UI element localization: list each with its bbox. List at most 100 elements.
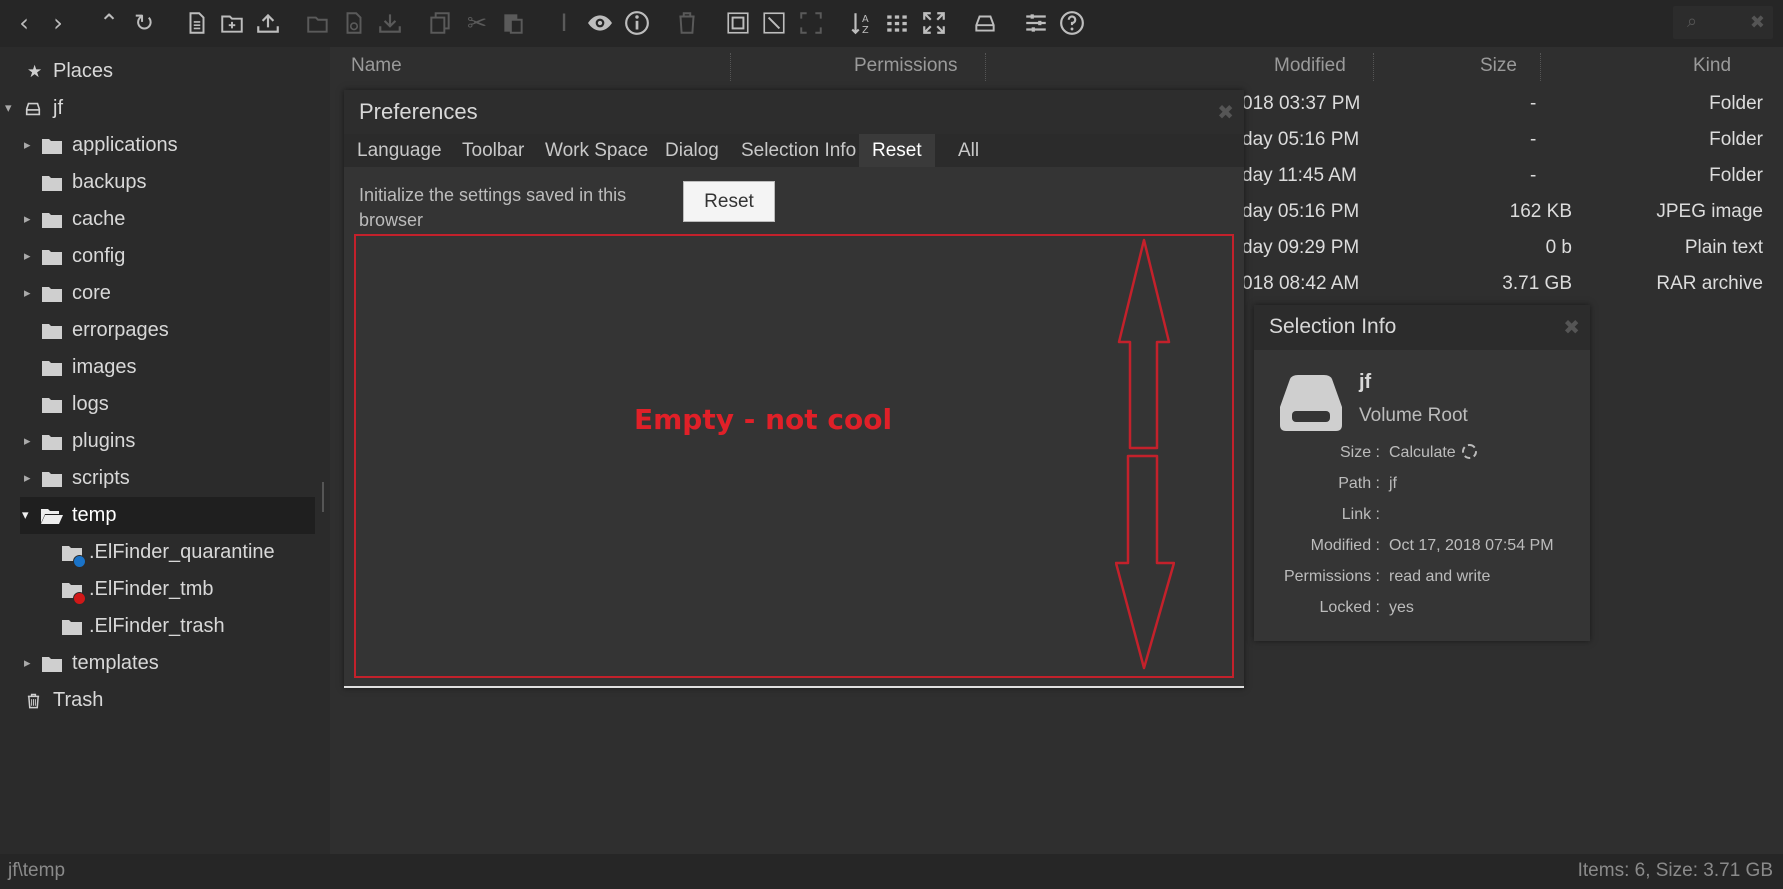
close-icon[interactable]: ✖: [1217, 100, 1234, 124]
sidebar-item-config[interactable]: ▸ config: [0, 238, 315, 275]
collapsed-arrow-icon[interactable]: ▸: [24, 138, 31, 153]
clear-search-icon[interactable]: ✖: [1750, 12, 1765, 33]
sidebar-item-applications[interactable]: ▸ applications: [0, 127, 315, 164]
info-value: yes: [1389, 599, 1414, 616]
sidebar-item-label: .ElFinder_tmb: [89, 578, 214, 600]
collapsed-arrow-icon[interactable]: ▸: [24, 212, 31, 227]
delete-icon[interactable]: [671, 6, 703, 40]
sidebar-item-label: applications: [72, 134, 178, 156]
sidebar-item-label: plugins: [72, 430, 136, 452]
column-header-modified[interactable]: Modified: [1274, 47, 1346, 85]
selection-kind: Volume Root: [1359, 405, 1468, 426]
column-header-permissions[interactable]: Permissions: [854, 47, 957, 85]
tab-work-space[interactable]: Work Space: [532, 134, 661, 167]
rename-icon[interactable]: I: [548, 6, 580, 40]
cut-icon[interactable]: ✂: [461, 6, 493, 40]
sidebar-item-errorpages[interactable]: errorpages: [0, 312, 315, 349]
column-separator[interactable]: [1540, 53, 1541, 81]
tab-all[interactable]: All: [945, 134, 992, 167]
sidebar-item-scripts[interactable]: ▸ scripts: [0, 460, 315, 497]
open-in-icon[interactable]: [338, 6, 370, 40]
current-path[interactable]: jf\temp: [8, 860, 65, 882]
tab-toolbar[interactable]: Toolbar: [449, 134, 537, 167]
view-icon[interactable]: [881, 6, 913, 40]
new-folder-icon[interactable]: [216, 6, 248, 40]
column-header-size[interactable]: Size: [1480, 47, 1517, 85]
download-icon[interactable]: [374, 6, 406, 40]
annotation-text: Empty - not cool: [634, 403, 893, 436]
cell-size: 0 b: [1545, 237, 1572, 258]
copy-icon[interactable]: [424, 6, 456, 40]
sidebar-item-label: Trash: [53, 689, 104, 711]
collapsed-arrow-icon[interactable]: ▸: [24, 471, 31, 486]
reload-icon[interactable]: ↻: [128, 6, 160, 40]
open-folder-icon: [41, 508, 63, 524]
column-separator[interactable]: [1373, 53, 1374, 81]
sidebar-item-elfinder-trash[interactable]: .ElFinder_trash: [0, 608, 315, 645]
info-icon[interactable]: [621, 6, 653, 40]
sidebar-item-elfinder-quarantine[interactable]: .ElFinder_quarantine: [0, 534, 315, 571]
dialog-titlebar[interactable]: Selection Info ✖: [1254, 305, 1590, 350]
info-value: read and write: [1389, 568, 1491, 585]
sidebar-item-cache[interactable]: ▸ cache: [0, 201, 315, 238]
column-separator[interactable]: [985, 53, 986, 81]
tab-reset[interactable]: Reset: [859, 134, 935, 167]
fullscreen-icon[interactable]: [918, 6, 950, 40]
sort-icon[interactable]: AZ: [846, 6, 878, 40]
select-invert-icon[interactable]: [795, 6, 827, 40]
column-separator[interactable]: [730, 53, 731, 81]
info-value[interactable]: Calculate: [1389, 444, 1477, 462]
info-badge-icon: [73, 555, 86, 568]
sidebar-item-templates[interactable]: ▸ templates: [0, 645, 315, 682]
paste-icon[interactable]: [497, 6, 529, 40]
sidebar-item-plugins[interactable]: ▸ plugins: [0, 423, 315, 460]
expanded-arrow-icon[interactable]: ▾: [5, 101, 12, 116]
search-input[interactable]: ⌕ ✖: [1673, 6, 1773, 39]
spinner-icon: [1461, 444, 1477, 459]
expanded-arrow-icon[interactable]: ▾: [22, 508, 29, 523]
tab-selection-info[interactable]: Selection Info: [728, 134, 869, 167]
select-all-icon[interactable]: [722, 6, 754, 40]
sidebar-item-places[interactable]: ★ Places: [0, 53, 315, 90]
preferences-tabs: Language Toolbar Work Space Dialog Selec…: [344, 134, 1244, 167]
info-row-link: Link :: [1254, 506, 1590, 530]
close-icon[interactable]: ✖: [1563, 315, 1580, 339]
sidebar-item-elfinder-tmb[interactable]: .ElFinder_tmb: [0, 571, 315, 608]
sidebar-item-root[interactable]: ▾ jf: [0, 90, 315, 127]
collapsed-arrow-icon[interactable]: ▸: [24, 286, 31, 301]
cell-size: -: [1530, 165, 1537, 186]
help-icon[interactable]: [1056, 6, 1088, 40]
folder-icon: [42, 471, 62, 487]
tab-language[interactable]: Language: [344, 134, 455, 167]
reset-button[interactable]: Reset: [683, 181, 775, 222]
sidebar-item-logs[interactable]: logs: [0, 386, 315, 423]
collapsed-arrow-icon[interactable]: ▸: [24, 434, 31, 449]
new-file-icon[interactable]: [181, 6, 213, 40]
column-header-name[interactable]: Name: [351, 47, 402, 85]
locked-badge-icon: [73, 592, 86, 605]
tab-dialog[interactable]: Dialog: [652, 134, 732, 167]
collapsed-arrow-icon[interactable]: ▸: [24, 249, 31, 264]
sidebar-item-trash[interactable]: Trash: [0, 682, 315, 719]
sidebar-resize-handle[interactable]: [322, 482, 324, 512]
preferences-icon[interactable]: [1020, 6, 1052, 40]
cell-kind: JPEG image: [1656, 201, 1763, 222]
upload-icon[interactable]: [252, 6, 284, 40]
open-icon[interactable]: [302, 6, 334, 40]
select-none-icon[interactable]: [758, 6, 790, 40]
calculate-link[interactable]: Calculate: [1389, 444, 1456, 461]
back-icon[interactable]: ‹: [8, 6, 40, 40]
preview-icon[interactable]: [584, 6, 616, 40]
forward-icon[interactable]: ›: [42, 6, 74, 40]
dialog-titlebar[interactable]: Preferences ✖: [344, 90, 1244, 134]
reset-description: Initialize the settings saved in this br…: [359, 185, 627, 230]
sidebar-item-core[interactable]: ▸ core: [0, 275, 315, 312]
info-key: Path :: [1338, 475, 1380, 492]
sidebar-item-backups[interactable]: backups: [0, 164, 315, 201]
column-header-kind[interactable]: Kind: [1693, 47, 1731, 85]
sidebar-item-images[interactable]: images: [0, 349, 315, 386]
places-icon[interactable]: [969, 6, 1001, 40]
up-icon[interactable]: ⌃: [93, 6, 125, 40]
collapsed-arrow-icon[interactable]: ▸: [24, 656, 31, 671]
sidebar-item-temp[interactable]: ▾ temp: [20, 497, 315, 534]
